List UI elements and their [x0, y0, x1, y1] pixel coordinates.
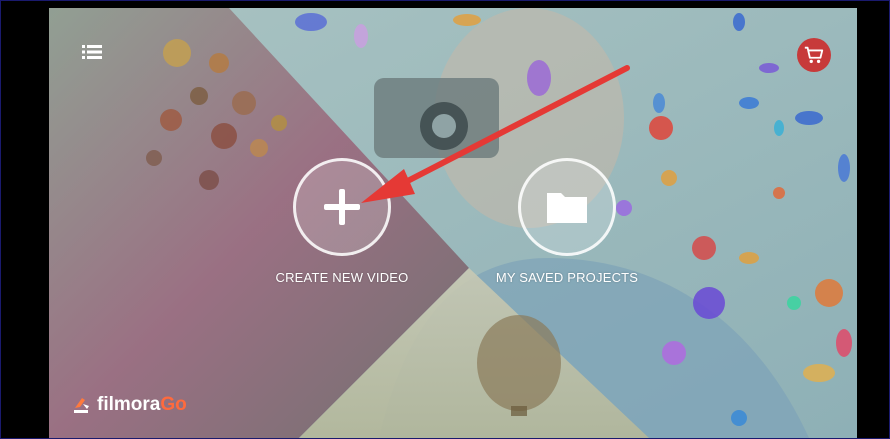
background-artwork	[49, 8, 857, 438]
create-new-video-button[interactable]: CREATE NEW VIDEO	[272, 158, 412, 285]
shop-button[interactable]	[797, 38, 831, 72]
list-menu-icon	[82, 45, 102, 59]
create-new-video-label: CREATE NEW VIDEO	[275, 270, 409, 285]
saved-circle	[518, 158, 616, 256]
shopping-cart-icon	[804, 46, 824, 64]
create-circle	[293, 158, 391, 256]
folder-icon	[547, 193, 587, 223]
filmorago-logo: filmoraGo	[71, 394, 187, 416]
logo-text: filmoraGo	[97, 394, 187, 415]
menu-button[interactable]	[80, 40, 104, 64]
screenshot-frame: CREATE NEW VIDEO MY SAVED PROJECTS filmo…	[0, 0, 890, 439]
plus-icon	[324, 189, 360, 225]
app-screen: CREATE NEW VIDEO MY SAVED PROJECTS filmo…	[49, 8, 857, 438]
my-saved-projects-button[interactable]: MY SAVED PROJECTS	[487, 158, 647, 285]
filmora-logo-icon	[74, 398, 89, 413]
my-saved-projects-label: MY SAVED PROJECTS	[495, 270, 639, 285]
